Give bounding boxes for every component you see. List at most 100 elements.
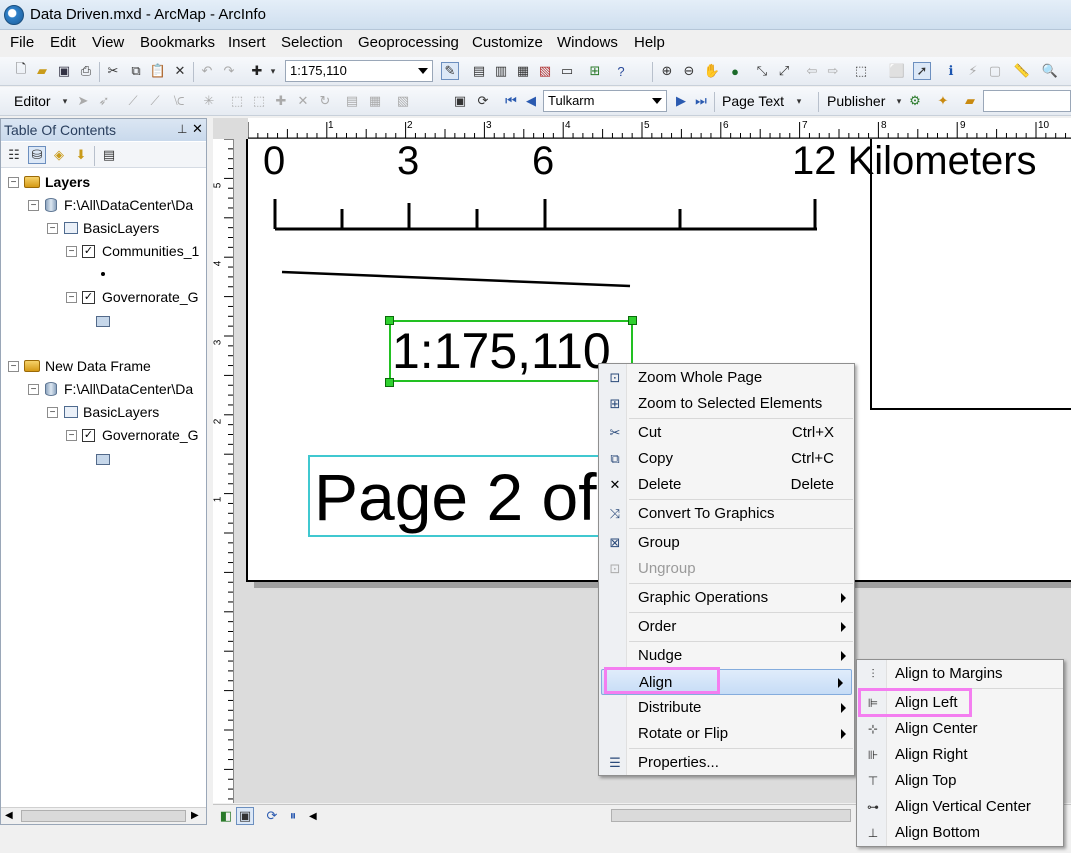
edit-annotation-icon[interactable]: ➶ <box>95 92 113 110</box>
menu-item-zoom-selected[interactable]: ⊞ Zoom to Selected Elements <box>599 391 854 417</box>
editor-dropdown-icon[interactable]: ▾ <box>56 92 74 110</box>
find-icon[interactable]: 🔍 <box>1041 62 1059 80</box>
menu-item-zoom-whole-page[interactable]: ⊡ Zoom Whole Page <box>599 365 854 391</box>
toc-item-basiclayers[interactable]: BasicLayers <box>83 404 159 420</box>
sketch-properties-icon[interactable]: ▦ <box>366 92 384 110</box>
editor-toolbar-toggle-icon[interactable]: ✎ <box>441 62 459 80</box>
toc-item-source-path[interactable]: F:\All\DataCenter\Da <box>64 197 193 213</box>
visibility-checkbox[interactable]: ✓ <box>82 291 95 304</box>
collapse-icon[interactable]: − <box>66 246 77 257</box>
page-text-dropdown-icon[interactable]: ▾ <box>790 92 808 110</box>
publisher-input[interactable] <box>983 90 1071 112</box>
select-features-icon[interactable]: ⬚ <box>852 62 870 80</box>
cut-icon[interactable]: ✂ <box>104 62 122 80</box>
horizontal-ruler[interactable] <box>247 118 1071 139</box>
menu-item-delete[interactable]: ✕ Delete Delete <box>599 472 854 498</box>
fixed-zoom-in-icon[interactable]: ⤡ <box>753 62 771 80</box>
data-view-icon[interactable]: ◧ <box>217 807 235 825</box>
open-folder-icon[interactable]: ▰ <box>33 62 51 80</box>
publisher-menu[interactable]: Publisher <box>827 93 885 109</box>
fixed-zoom-out-icon[interactable]: ⤢ <box>775 62 793 80</box>
collapse-icon[interactable]: − <box>47 407 58 418</box>
copy-icon[interactable]: ⧉ <box>127 62 145 80</box>
edit-vertices-icon[interactable]: ⬚ <box>228 92 246 110</box>
pan-icon[interactable]: ✋ <box>703 62 721 80</box>
add-data-dropdown-icon[interactable]: ▾ <box>264 62 282 80</box>
go-back-icon[interactable]: ⇦ <box>803 62 821 80</box>
line-graphic[interactable] <box>280 268 635 290</box>
visibility-checkbox[interactable]: ✓ <box>82 429 95 442</box>
edit-tool-icon[interactable]: ➤ <box>74 92 92 110</box>
menu-insert[interactable]: Insert <box>228 34 266 51</box>
point-icon[interactable]: ✳ <box>200 92 218 110</box>
new-document-icon[interactable]: 🗋 <box>12 61 30 80</box>
chevron-down-icon[interactable] <box>652 98 662 104</box>
list-by-selection-icon[interactable]: ⬇ <box>72 146 90 164</box>
whats-this-icon[interactable]: ? <box>612 62 630 80</box>
collapse-icon[interactable]: − <box>47 223 58 234</box>
vertical-ruler[interactable] <box>213 138 234 803</box>
last-page-icon[interactable]: ⏭ <box>692 92 710 110</box>
python-window-icon[interactable]: ▭ <box>558 62 576 80</box>
publisher-folder-icon[interactable]: ▰ <box>961 92 979 110</box>
zoom-in-icon[interactable]: ⊕ <box>658 62 676 80</box>
pause-drawing-icon[interactable]: ⏸ <box>284 807 302 825</box>
refresh-icon[interactable]: ⟳ <box>263 807 281 825</box>
next-page-icon[interactable]: ▶ <box>672 92 690 110</box>
close-icon[interactable]: ✕ <box>192 121 203 137</box>
previous-page-icon[interactable]: ◀ <box>522 92 540 110</box>
menu-item-order[interactable]: Order <box>599 614 854 640</box>
toc-item-source-path[interactable]: F:\All\DataCenter\Da <box>64 381 193 397</box>
trace-icon[interactable]: ⟈ <box>170 92 188 110</box>
selection-handle[interactable] <box>385 378 394 387</box>
toc-item-communities[interactable]: Communities_1 <box>102 243 199 259</box>
attributes-icon[interactable]: ▤ <box>343 92 361 110</box>
list-by-drawing-order-icon[interactable]: ☷ <box>5 146 23 164</box>
toc-item-layers[interactable]: Layers <box>45 174 90 190</box>
identify-icon[interactable]: ℹ <box>942 62 960 80</box>
menu-item-cut[interactable]: ✂ Cut Ctrl+X <box>599 420 854 446</box>
toc-item-governorate[interactable]: Governorate_G <box>102 289 199 305</box>
reshape-icon[interactable]: ⬚ <box>250 92 268 110</box>
menu-item-align-center[interactable]: ⊹ Align Center <box>857 716 1063 742</box>
html-popup-icon[interactable]: ▢ <box>986 62 1004 80</box>
arcmap-app-icon[interactable] <box>4 5 24 25</box>
menu-item-align-right[interactable]: ⊪ Align Right <box>857 742 1063 768</box>
clear-selection-icon[interactable]: ⬜ <box>888 62 906 80</box>
menu-item-align-to-margins[interactable]: ⫶ Align to Margins <box>857 661 1063 687</box>
scrollbar-thumb[interactable] <box>611 809 851 822</box>
rotate-icon[interactable]: ↻ <box>316 92 334 110</box>
menu-item-graphic-operations[interactable]: Graphic Operations <box>599 585 854 611</box>
collapse-icon[interactable]: − <box>66 430 77 441</box>
toc-item-basiclayers[interactable]: BasicLayers <box>83 220 159 236</box>
toc-item-new-data-frame[interactable]: New Data Frame <box>45 358 151 374</box>
scale-text[interactable]: 1:175,110 <box>392 324 611 378</box>
collapse-icon[interactable]: − <box>28 384 39 395</box>
collapse-icon[interactable]: − <box>8 177 19 188</box>
collapse-icon[interactable]: − <box>28 200 39 211</box>
menu-item-distribute[interactable]: Distribute <box>599 695 854 721</box>
collapse-icon[interactable]: − <box>66 292 77 303</box>
catalog-window-icon[interactable]: ▥ <box>492 62 510 80</box>
select-elements-icon[interactable]: ➚ <box>913 62 931 80</box>
menu-item-rotate-or-flip[interactable]: Rotate or Flip <box>599 721 854 747</box>
menu-item-nudge[interactable]: Nudge <box>599 643 854 669</box>
zoom-out-icon[interactable]: ⊖ <box>680 62 698 80</box>
publisher-open-icon[interactable]: ✦ <box>934 92 952 110</box>
toc-item-governorate[interactable]: Governorate_G <box>102 427 199 443</box>
pin-icon[interactable]: ⊥ <box>177 122 187 136</box>
menu-view[interactable]: View <box>92 34 124 51</box>
list-by-source-icon[interactable]: ⛁ <box>28 146 46 164</box>
chevron-down-icon[interactable] <box>418 68 428 74</box>
collapse-icon[interactable]: − <box>8 361 19 372</box>
scrollbar-thumb[interactable] <box>21 810 186 822</box>
endpoint-arc-icon[interactable]: ⟋ <box>146 92 164 110</box>
refresh-pages-icon[interactable]: ⟳ <box>474 92 492 110</box>
scale-bar[interactable] <box>270 195 825 235</box>
arctoolbox-icon[interactable]: ▧ <box>536 62 554 80</box>
page-text-element[interactable]: Page 2 of <box>308 455 608 537</box>
layout-view-icon[interactable]: ▣ <box>236 807 254 825</box>
first-page-icon[interactable]: ⏮ <box>502 92 520 110</box>
page-name-combo[interactable]: Tulkarm <box>543 90 667 112</box>
save-icon[interactable]: ▣ <box>55 62 73 80</box>
